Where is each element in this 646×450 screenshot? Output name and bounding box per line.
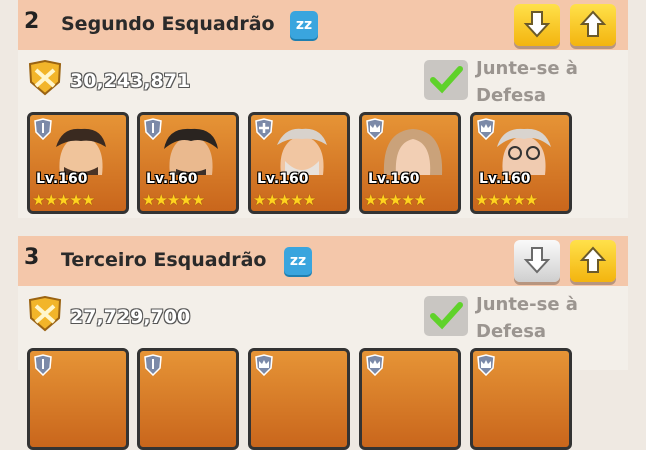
hero-stars: ★★★★★ bbox=[364, 191, 427, 209]
hero-level: Lv.160 bbox=[257, 171, 309, 187]
hero-slot-3[interactable]: Lv.160 ★★★★★ bbox=[248, 112, 350, 214]
crown-badge-icon bbox=[477, 354, 495, 376]
move-down-button[interactable] bbox=[514, 4, 560, 46]
sleep-icon: zz bbox=[284, 247, 312, 275]
hero-level: Lv.160 bbox=[368, 171, 420, 187]
hero-slot-4[interactable] bbox=[359, 348, 461, 450]
hero-portrait-icon bbox=[497, 128, 551, 175]
hero-stars: ★★★★★ bbox=[32, 191, 95, 209]
hero-portrait-icon bbox=[277, 128, 327, 175]
move-up-button[interactable] bbox=[570, 4, 616, 46]
hero-slot-1[interactable] bbox=[27, 348, 129, 450]
squad-number: 3 bbox=[24, 245, 40, 270]
hero-slot-2[interactable]: Lv.160 ★★★★★ bbox=[137, 112, 239, 214]
move-up-button[interactable] bbox=[570, 240, 616, 282]
join-defense-checkbox[interactable] bbox=[424, 296, 468, 336]
shield-badge-icon bbox=[144, 354, 162, 376]
crown-badge-icon bbox=[255, 354, 273, 376]
hero-level: Lv.160 bbox=[36, 171, 88, 187]
crown-badge-icon bbox=[366, 354, 384, 376]
squad-power: 30,243,871 bbox=[70, 70, 191, 92]
sleep-icon: zz bbox=[290, 11, 318, 39]
hero-slot-3[interactable] bbox=[248, 348, 350, 450]
arrow-down-icon bbox=[523, 11, 551, 38]
hero-level: Lv.160 bbox=[479, 171, 531, 187]
hero-slot-2[interactable] bbox=[137, 348, 239, 450]
squad-number: 2 bbox=[24, 9, 40, 34]
squad-header: 2 Segundo Esquadrão zz bbox=[18, 0, 628, 50]
shield-badge-icon bbox=[34, 354, 52, 376]
power-crest-icon bbox=[28, 296, 62, 332]
squad-header: 3 Terceiro Esquadrão zz bbox=[18, 236, 628, 286]
hero-slot-5[interactable]: Lv.160 ★★★★★ bbox=[470, 112, 572, 214]
join-defense-label: Junte-se à Defesa bbox=[476, 294, 578, 342]
hero-stars: ★★★★★ bbox=[253, 191, 316, 209]
hero-stars: ★★★★★ bbox=[475, 191, 538, 209]
arrow-up-icon bbox=[579, 10, 607, 37]
checkmark-icon bbox=[430, 302, 463, 330]
arrow-down-icon bbox=[523, 247, 551, 274]
arrow-up-icon bbox=[579, 246, 607, 273]
hero-slot-1[interactable]: Lv.160 ★★★★★ bbox=[27, 112, 129, 214]
hero-portrait-icon bbox=[164, 128, 218, 175]
hero-stars: ★★★★★ bbox=[142, 191, 205, 209]
squad-panel-3: 3 Terceiro Esquadrão zz 27,729,700 Junte… bbox=[18, 236, 628, 450]
checkmark-icon bbox=[430, 66, 463, 94]
power-crest-icon bbox=[28, 60, 62, 96]
hero-portrait-icon bbox=[383, 129, 443, 175]
hero-slot-4[interactable]: Lv.160 ★★★★★ bbox=[359, 112, 461, 214]
squad-panel-2: 2 Segundo Esquadrão zz 30,243,871 Junte-… bbox=[18, 0, 628, 218]
join-defense-label: Junte-se à Defesa bbox=[476, 58, 578, 106]
hero-level: Lv.160 bbox=[146, 171, 198, 187]
squad-power: 27,729,700 bbox=[70, 306, 191, 328]
join-defense-checkbox[interactable] bbox=[424, 60, 468, 100]
move-down-button[interactable] bbox=[514, 240, 560, 282]
squad-name: Terceiro Esquadrão bbox=[61, 249, 267, 271]
squad-name: Segundo Esquadrão bbox=[61, 13, 275, 35]
hero-slot-5[interactable] bbox=[470, 348, 572, 450]
hero-portrait-icon bbox=[56, 128, 106, 175]
